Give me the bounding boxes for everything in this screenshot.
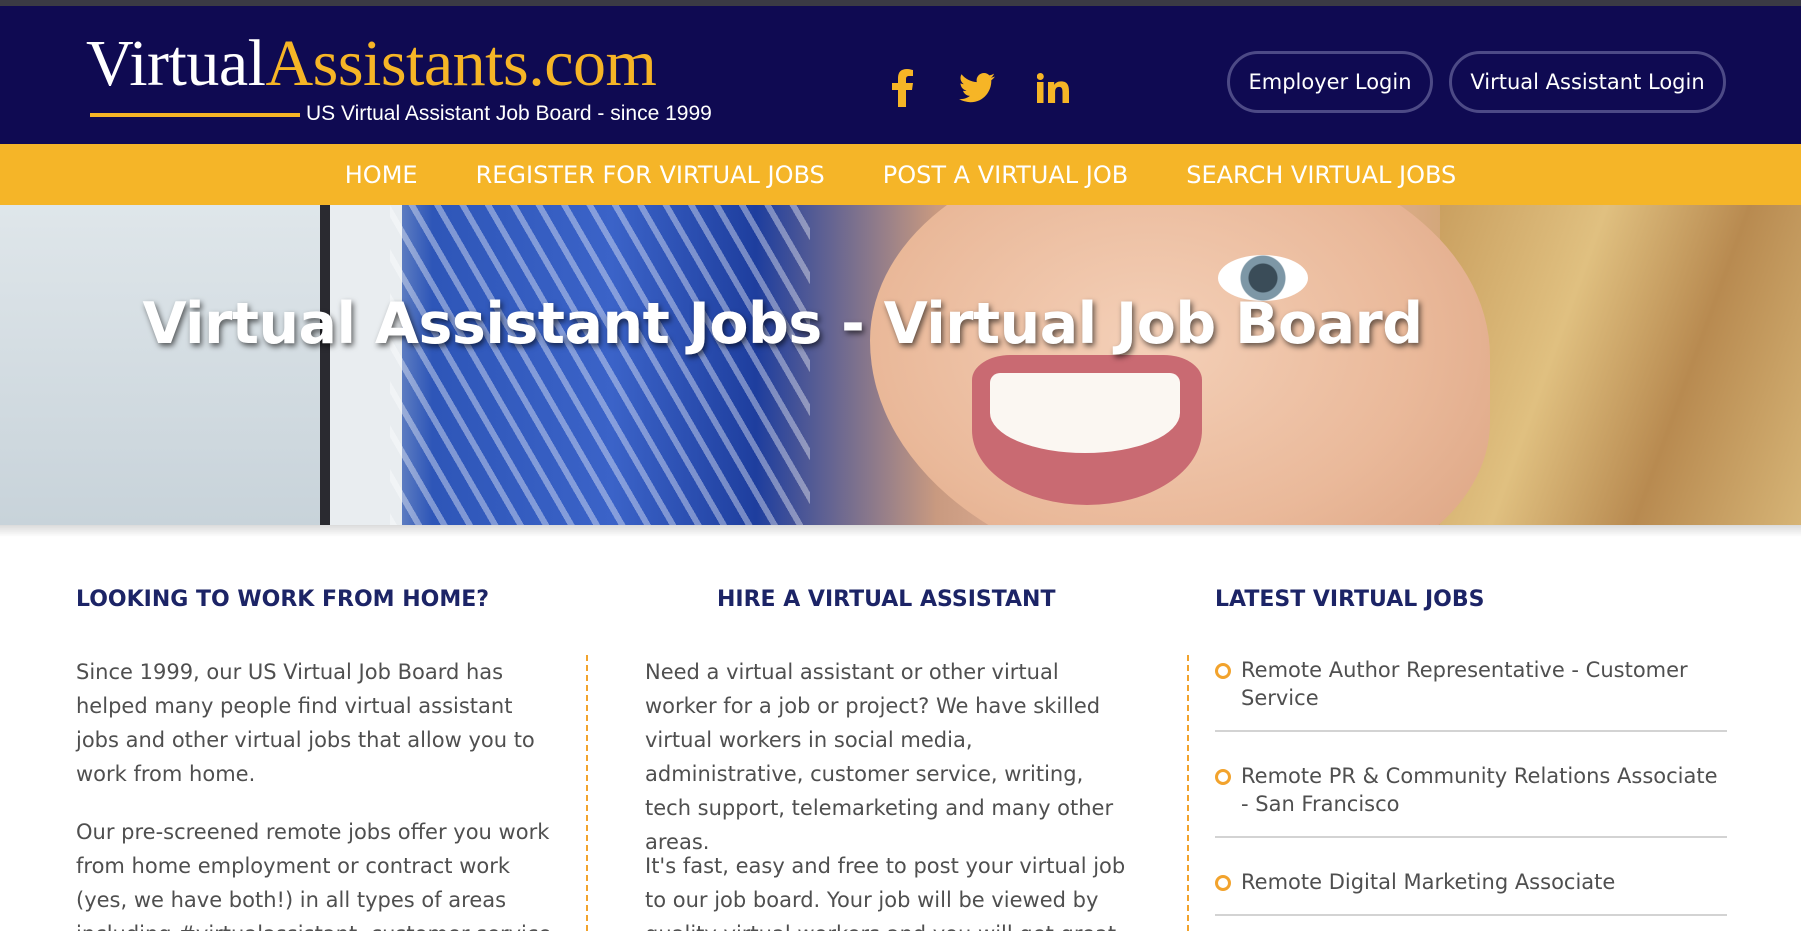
hero-hair xyxy=(1440,205,1801,525)
hero-shadow xyxy=(0,525,1801,537)
hero-teeth xyxy=(990,373,1180,453)
logo-underline xyxy=(90,113,300,117)
hero-banner: Virtual Assistant Jobs - Virtual Job Boa… xyxy=(0,205,1801,525)
circle-bullet-icon xyxy=(1215,769,1231,785)
nav-search-virtual-jobs[interactable]: SEARCH VIRTUAL JOBS xyxy=(1186,161,1456,189)
logo-wordmark: VirtualAssistants.com xyxy=(86,24,657,104)
work-from-home-paragraph-2: Our pre-screened remote jobs offer you w… xyxy=(76,820,558,931)
hire-paragraph-1: Need a virtual assistant or other virtua… xyxy=(645,660,1114,854)
column-divider-1 xyxy=(586,655,588,931)
job-title-link[interactable]: Remote PR & Community Relations Associat… xyxy=(1241,762,1727,818)
twitter-icon[interactable] xyxy=(955,66,999,110)
latest-jobs-list: Remote Author Representative - Customer … xyxy=(1215,650,1727,931)
virtual-assistant-login-button[interactable]: Virtual Assistant Login xyxy=(1449,51,1726,113)
job-list-item[interactable]: Remote Digital Marketing Associate xyxy=(1215,862,1727,916)
work-from-home-paragraph-1: Since 1999, our US Virtual Job Board has… xyxy=(76,660,535,786)
employer-login-button[interactable]: Employer Login xyxy=(1227,51,1433,113)
job-title-link[interactable]: Remote Author Representative - Customer … xyxy=(1241,656,1727,712)
work-from-home-heading: LOOKING TO WORK FROM HOME? xyxy=(76,587,490,612)
hero-shirt-stripes xyxy=(390,205,810,525)
circle-bullet-icon xyxy=(1215,663,1231,679)
circle-bullet-icon xyxy=(1215,875,1231,891)
site-logo[interactable]: VirtualAssistants.com US Virtual Assista… xyxy=(86,24,746,134)
column-divider-2 xyxy=(1187,655,1189,931)
logo-word-virtual: Virtual xyxy=(86,27,266,100)
latest-jobs-heading: LATEST VIRTUAL JOBS xyxy=(1215,587,1485,612)
facebook-icon[interactable] xyxy=(886,66,920,110)
site-header: VirtualAssistants.com US Virtual Assista… xyxy=(0,6,1801,144)
job-title-link[interactable]: Remote Digital Marketing Associate xyxy=(1241,868,1727,896)
job-list-item[interactable]: Remote PR & Community Relations Associat… xyxy=(1215,756,1727,838)
nav-post-a-virtual-job[interactable]: POST A VIRTUAL JOB xyxy=(883,161,1128,189)
nav-register-for-virtual-jobs[interactable]: REGISTER FOR VIRTUAL JOBS xyxy=(476,161,825,189)
logo-word-assistants: Assistants.com xyxy=(265,27,657,100)
hire-paragraph-2: It's fast, easy and free to post your vi… xyxy=(645,854,1126,931)
job-list-item[interactable]: Remote Author Representative - Customer … xyxy=(1215,650,1727,732)
hire-virtual-assistant-heading: HIRE A VIRTUAL ASSISTANT xyxy=(717,587,1056,612)
logo-tagline: US Virtual Assistant Job Board - since 1… xyxy=(306,102,712,125)
nav-home[interactable]: HOME xyxy=(345,161,418,189)
linkedin-icon[interactable] xyxy=(1031,66,1075,110)
main-nav: HOME REGISTER FOR VIRTUAL JOBS POST A VI… xyxy=(0,144,1801,205)
hero-title: Virtual Assistant Jobs - Virtual Job Boa… xyxy=(142,291,1423,357)
